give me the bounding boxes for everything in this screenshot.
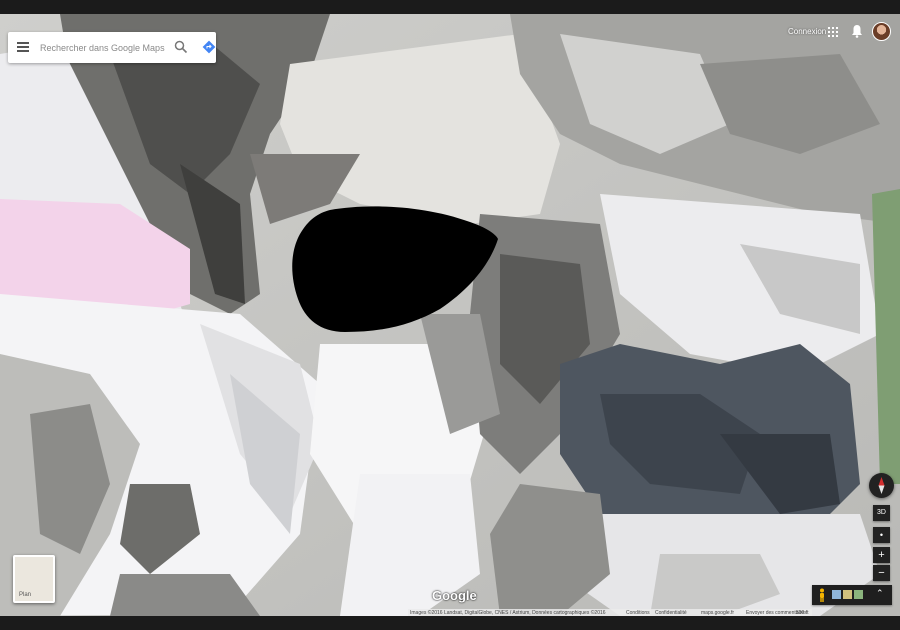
- browser-frame-top: [0, 0, 900, 14]
- signin-link[interactable]: Connexion: [788, 27, 826, 36]
- street-view-panel: ⌃: [812, 585, 892, 605]
- compass-icon[interactable]: [869, 473, 894, 498]
- google-logo: Google: [432, 588, 477, 603]
- search-icon[interactable]: [174, 40, 188, 54]
- satellite-terrain[interactable]: [0, 14, 900, 616]
- satellite-map[interactable]: Connexion Plan 3D • + − ⌃ Google: [0, 14, 900, 616]
- apps-grid-icon[interactable]: [828, 27, 838, 37]
- directions-icon[interactable]: [202, 40, 216, 54]
- zoom-out-button[interactable]: −: [873, 565, 890, 581]
- notifications-icon[interactable]: [851, 24, 863, 38]
- search-box: [8, 32, 216, 63]
- menu-icon[interactable]: [17, 42, 29, 52]
- imagery-thumbnail-2[interactable]: [843, 590, 852, 599]
- account-avatar[interactable]: [872, 22, 891, 41]
- imagery-thumbnail-3[interactable]: [854, 590, 863, 599]
- 3d-toggle-button[interactable]: 3D: [873, 505, 890, 521]
- search-input[interactable]: [40, 39, 168, 56]
- zoom-in-button[interactable]: +: [873, 547, 890, 563]
- attribution-bar: Images ©2016 Landsat, DigitalGlobe, CNES…: [408, 609, 812, 616]
- pegman-icon[interactable]: [818, 588, 826, 602]
- plan-layer-tile[interactable]: Plan: [13, 555, 55, 603]
- imagery-thumbnail-1[interactable]: [832, 590, 841, 599]
- browser-frame-bottom: [0, 616, 900, 630]
- plan-layer-label: Plan: [19, 592, 32, 598]
- tilt-button[interactable]: •: [873, 527, 890, 543]
- expand-icon[interactable]: ⌃: [876, 588, 886, 602]
